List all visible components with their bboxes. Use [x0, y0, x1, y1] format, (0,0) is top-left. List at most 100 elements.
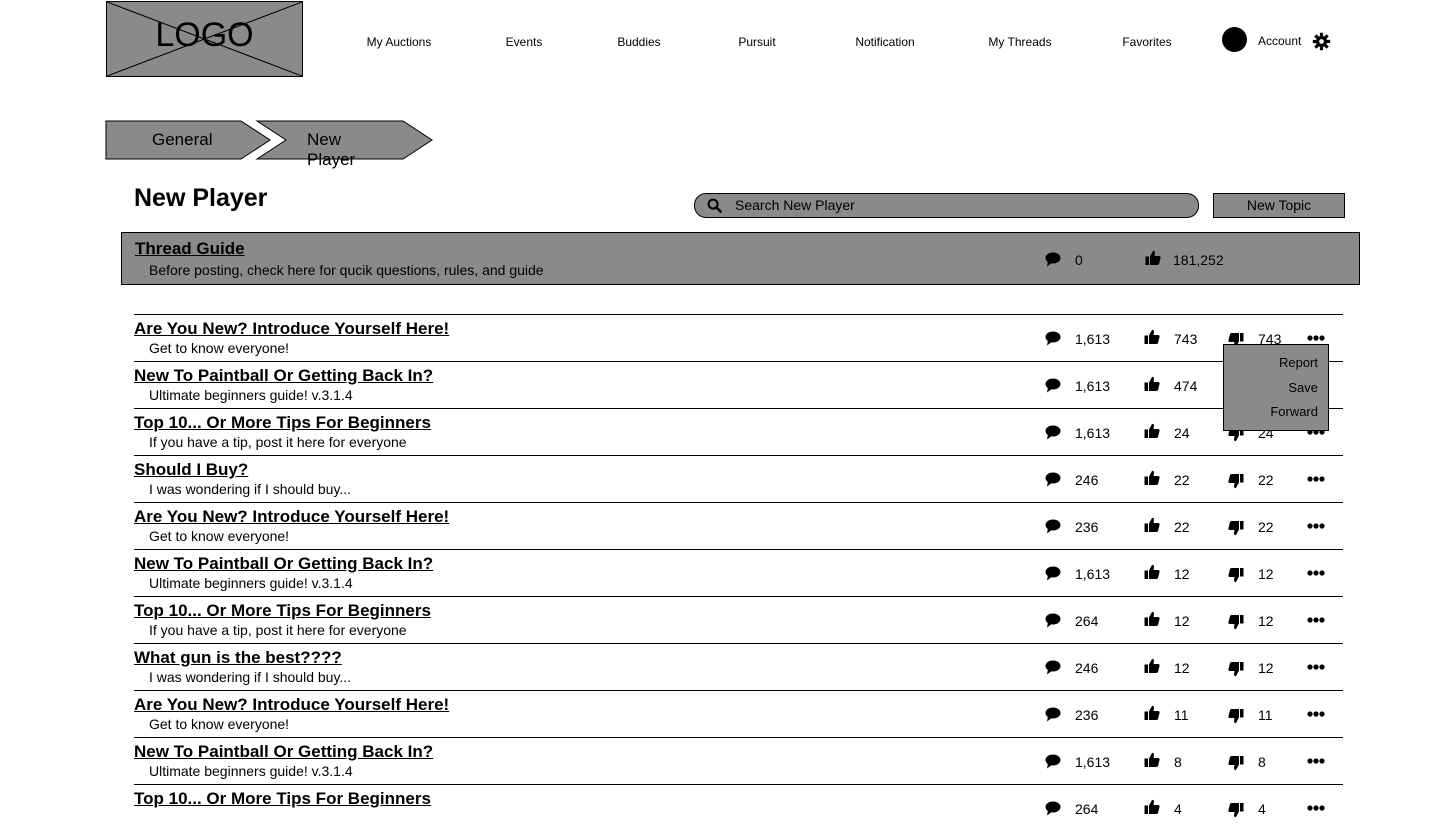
search-input[interactable] — [735, 196, 1175, 214]
thread-title[interactable]: New To Paintball Or Getting Back In? — [134, 366, 433, 386]
table-row: Are You New? Introduce Yourself Here! Get… — [0, 502, 1441, 549]
more-options-icon[interactable] — [1307, 805, 1325, 811]
logo-text: LOGO — [155, 16, 254, 54]
thumbs-down-icon[interactable] — [1228, 520, 1244, 536]
more-options-icon[interactable] — [1307, 570, 1325, 576]
like-count: 22 — [1174, 519, 1190, 535]
comment-icon — [1045, 425, 1061, 440]
comment-icon — [1045, 378, 1061, 393]
thumbs-up-icon[interactable] — [1144, 376, 1160, 392]
thread-context-menu: Report Save Forward — [1223, 344, 1329, 431]
thumbs-down-icon[interactable] — [1228, 614, 1244, 630]
thread-subtitle: If you have a tip, post it here for ever… — [149, 622, 407, 638]
menu-item-save[interactable]: Save — [1288, 380, 1318, 395]
comment-count: 246 — [1075, 472, 1099, 488]
nav-favorites[interactable]: Favorites — [1122, 35, 1171, 49]
guide-like-count: 181,252 — [1173, 252, 1224, 268]
thread-title[interactable]: New To Paintball Or Getting Back In? — [134, 742, 433, 762]
avatar[interactable] — [1222, 27, 1247, 52]
thumbs-down-icon[interactable] — [1228, 708, 1244, 724]
like-count: 22 — [1174, 472, 1190, 488]
more-options-icon[interactable] — [1307, 523, 1325, 529]
nav-events[interactable]: Events — [506, 35, 543, 49]
thread-title[interactable]: Top 10... Or More Tips For Beginners — [134, 413, 431, 433]
like-count: 12 — [1174, 613, 1190, 629]
more-options-icon[interactable] — [1307, 664, 1325, 670]
more-options-icon[interactable] — [1307, 758, 1325, 764]
thumbs-up-icon[interactable] — [1144, 517, 1160, 533]
thumbs-down-icon[interactable] — [1228, 802, 1244, 818]
logo[interactable]: LOGO — [106, 1, 303, 77]
like-count: 743 — [1174, 331, 1198, 347]
comment-count: 236 — [1075, 519, 1099, 535]
thumbs-up-icon[interactable] — [1144, 611, 1160, 627]
table-row: New To Paintball Or Getting Back In? Ulti… — [0, 549, 1441, 596]
comment-icon — [1045, 519, 1061, 534]
more-options-icon[interactable] — [1307, 476, 1325, 482]
thumbs-down-icon[interactable] — [1228, 473, 1244, 489]
dislike-count: 12 — [1258, 660, 1274, 676]
more-options-icon[interactable] — [1307, 335, 1325, 341]
comment-count: 1,613 — [1075, 566, 1111, 582]
new-topic-button[interactable]: New Topic — [1213, 193, 1345, 218]
thumbs-up-icon[interactable] — [1144, 564, 1160, 580]
nav-my-auctions[interactable]: My Auctions — [367, 35, 432, 49]
nav-notification[interactable]: Notification — [855, 35, 914, 49]
thread-title[interactable]: Top 10... Or More Tips For Beginners — [134, 601, 431, 621]
thumbs-down-icon[interactable] — [1228, 755, 1244, 771]
thread-guide-title[interactable]: Thread Guide — [135, 239, 245, 259]
thread-guide-panel[interactable]: Thread Guide Before posting, check here … — [121, 232, 1360, 285]
table-row: Top 10... Or More Tips For Beginners 264 4… — [0, 784, 1441, 831]
thread-title[interactable]: What gun is the best???? — [134, 648, 342, 668]
thread-title[interactable]: Are You New? Introduce Yourself Here! — [134, 507, 449, 527]
thread-subtitle: Get to know everyone! — [149, 340, 290, 356]
nav-buddies[interactable]: Buddies — [617, 35, 660, 49]
like-count: 12 — [1174, 660, 1190, 676]
thumbs-up-icon[interactable] — [1144, 423, 1160, 439]
table-row: Top 10... Or More Tips For Beginners If y… — [0, 596, 1441, 643]
thread-subtitle: If you have a tip, post it here for ever… — [149, 434, 407, 450]
thread-subtitle: Ultimate beginners guide! v.3.1.4 — [149, 575, 353, 591]
table-row: New To Paintball Or Getting Back In? Ulti… — [0, 737, 1441, 784]
thread-title[interactable]: Should I Buy? — [134, 460, 248, 480]
thread-title[interactable]: Are You New? Introduce Yourself Here! — [134, 695, 449, 715]
comment-count: 1,613 — [1075, 331, 1111, 347]
thread-title[interactable]: Top 10... Or More Tips For Beginners — [134, 789, 431, 809]
nav-my-threads[interactable]: My Threads — [988, 35, 1051, 49]
thread-title[interactable]: Are You New? Introduce Yourself Here! — [134, 319, 449, 339]
menu-item-forward[interactable]: Forward — [1270, 404, 1318, 419]
dislike-count: 8 — [1258, 754, 1266, 770]
thread-title[interactable]: New To Paintball Or Getting Back In? — [134, 554, 433, 574]
more-options-icon[interactable] — [1307, 617, 1325, 623]
thumbs-up-icon[interactable] — [1144, 658, 1160, 674]
thumbs-up-icon[interactable] — [1144, 752, 1160, 768]
thread-subtitle: I was wondering if I should buy... — [149, 481, 352, 497]
dislike-count: 12 — [1258, 613, 1274, 629]
thread-subtitle: Get to know everyone! — [149, 528, 290, 544]
comment-count: 236 — [1075, 707, 1099, 723]
thumbs-up-icon[interactable] — [1144, 329, 1160, 345]
comment-count: 264 — [1075, 613, 1099, 629]
comment-icon — [1045, 660, 1061, 675]
thumbs-up-icon[interactable] — [1144, 470, 1160, 486]
account-link[interactable]: Account — [1258, 34, 1301, 48]
thumbs-up-icon[interactable] — [1144, 705, 1160, 721]
gear-icon[interactable] — [1312, 32, 1331, 51]
thumbs-down-icon[interactable] — [1228, 567, 1244, 583]
more-options-icon[interactable] — [1307, 711, 1325, 717]
comment-icon — [1045, 472, 1061, 487]
comment-icon — [1045, 252, 1061, 267]
like-count: 8 — [1174, 754, 1182, 770]
search-bar[interactable] — [694, 193, 1199, 218]
menu-item-report[interactable]: Report — [1279, 355, 1318, 370]
comment-icon — [1045, 566, 1061, 581]
table-row: What gun is the best???? I was wondering … — [0, 643, 1441, 690]
thumbs-up-icon[interactable] — [1144, 799, 1160, 815]
comment-icon — [1045, 801, 1061, 816]
thumbs-down-icon[interactable] — [1228, 661, 1244, 677]
nav-pursuit[interactable]: Pursuit — [738, 35, 775, 49]
guide-comment-count: 0 — [1075, 252, 1083, 268]
breadcrumb-new-player[interactable]: New Player — [307, 130, 355, 170]
comment-count: 1,613 — [1075, 754, 1111, 770]
breadcrumb-general[interactable]: General — [152, 130, 212, 150]
